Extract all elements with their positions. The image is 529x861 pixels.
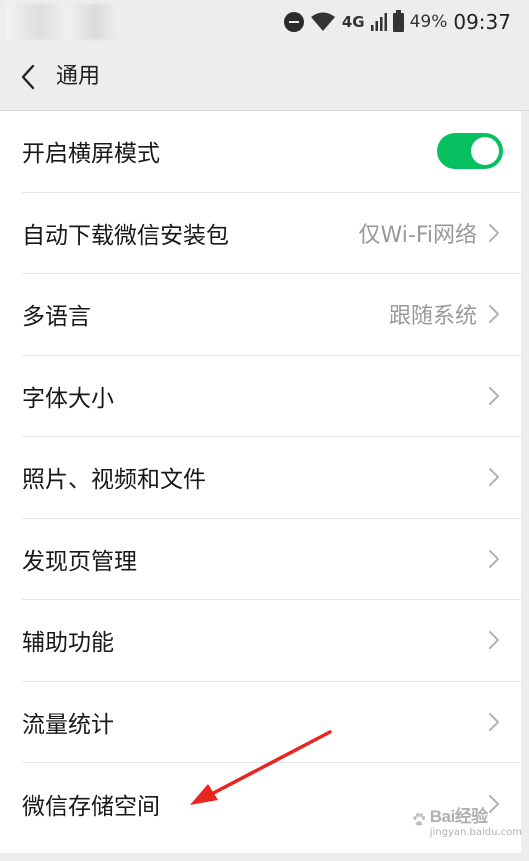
chevron-right-icon	[487, 548, 501, 570]
toggle-knob	[471, 137, 499, 166]
setting-label: 辅助功能	[22, 630, 114, 657]
chevron-right-icon	[487, 711, 501, 733]
setting-auto-download[interactable]: 自动下载微信安装包 仅Wi-Fi网络	[22, 193, 521, 274]
paw-icon	[413, 813, 426, 826]
chevron-left-icon	[21, 64, 35, 90]
clock: 09:37	[453, 10, 511, 34]
setting-label: 发现页管理	[22, 548, 137, 575]
watermark-url: jingyan.baidu.com	[429, 827, 522, 838]
setting-value: 跟随系统	[388, 304, 477, 330]
blurred-notification-icons	[6, 4, 118, 40]
setting-label: 开启横屏模式	[22, 141, 160, 168]
battery-charging-icon	[392, 9, 404, 32]
network-type: 4G	[341, 13, 365, 31]
signal-icon	[370, 13, 387, 31]
top-nav-bar: 通用	[0, 44, 529, 111]
watermark-text-2: 经验	[454, 807, 489, 826]
wifi-icon	[310, 12, 335, 31]
setting-value: 仅Wi-Fi网络	[358, 222, 478, 248]
setting-label: 多语言	[22, 304, 91, 331]
setting-landscape-mode[interactable]: 开启横屏模式	[22, 111, 521, 193]
chevron-right-icon	[487, 303, 501, 325]
status-icons: 4G 49% 09:37	[283, 8, 511, 36]
page-title: 通用	[56, 64, 101, 89]
setting-label: 字体大小	[22, 385, 114, 412]
landscape-mode-toggle[interactable]	[437, 133, 503, 170]
watermark-text: Bai	[429, 807, 455, 826]
setting-label: 自动下载微信安装包	[22, 222, 229, 249]
setting-language[interactable]: 多语言 跟随系统	[22, 274, 521, 356]
chevron-right-icon	[487, 466, 501, 488]
baidu-watermark: Bai经验 jingyan.baidu.com	[412, 798, 522, 842]
bottom-strip	[0, 853, 529, 861]
chevron-right-icon	[487, 629, 501, 651]
setting-font-size[interactable]: 字体大小	[22, 356, 521, 437]
status-bar: 4G 49% 09:37	[0, 0, 529, 44]
chevron-right-icon	[487, 222, 501, 244]
right-edge	[521, 111, 529, 861]
chevron-right-icon	[487, 385, 501, 407]
battery-percent: 49%	[409, 12, 448, 32]
red-arrow-annotation	[190, 730, 332, 805]
setting-discover-management[interactable]: 发现页管理	[22, 519, 521, 600]
setting-photos-videos-files[interactable]: 照片、视频和文件	[22, 437, 521, 519]
back-button[interactable]	[14, 62, 42, 92]
setting-label: 照片、视频和文件	[22, 467, 206, 494]
do-not-disturb-icon	[283, 12, 304, 32]
setting-accessibility[interactable]: 辅助功能	[22, 600, 521, 682]
